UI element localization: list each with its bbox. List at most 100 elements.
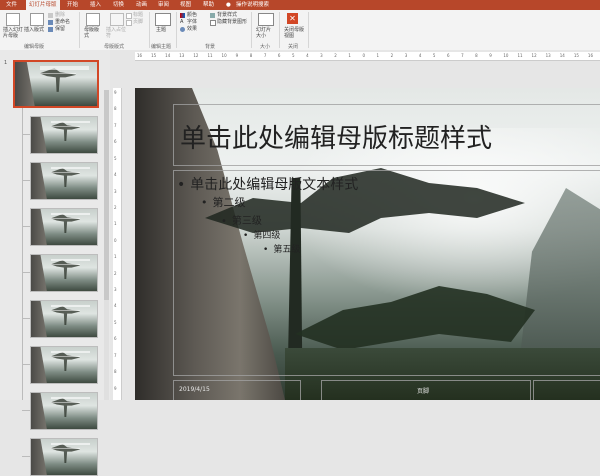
ribbon-separator (308, 12, 309, 48)
tab-view[interactable]: 视图 (180, 0, 191, 10)
close-master-view-button[interactable]: 关闭母版视图 (284, 27, 304, 39)
ruler-tick-label: 10 (503, 53, 509, 58)
delete-button[interactable]: 删除 (55, 12, 65, 18)
insert-placeholder-icon (110, 13, 124, 26)
thumbnail-title (50, 166, 91, 170)
tab-help[interactable]: 帮助 (203, 0, 214, 10)
layout-thumbnail[interactable] (30, 208, 98, 246)
effects-icon (180, 27, 185, 32)
ruler-tick-label: 16 (137, 53, 143, 58)
preserve-button[interactable]: 保留 (55, 26, 65, 32)
themes-button[interactable]: 主题 (156, 27, 166, 33)
layout-thumbnail[interactable] (30, 300, 98, 338)
body-level-2-text: 第二级 (212, 196, 246, 209)
layout-thumbnail[interactable] (30, 392, 98, 430)
lightbulb-icon: ● (226, 2, 231, 8)
bullet-icon: • (221, 216, 227, 227)
body-level-3: • 第三级 (221, 212, 262, 227)
ruler-tick-label: 1 (376, 53, 380, 58)
hide-background-checkbox[interactable] (210, 20, 216, 26)
insert-layout-button[interactable]: 插入版式 (24, 27, 44, 33)
colors-dropdown[interactable]: 颜色 (187, 12, 197, 18)
slide-number: 1 (4, 60, 8, 66)
ruler-tick-label: 13 (179, 53, 185, 58)
ruler-tick-label: 5 (432, 53, 436, 58)
bullet-icon: • (243, 231, 249, 241)
footer-checkbox-label: 页脚 (133, 19, 144, 25)
effects-dropdown[interactable]: 效果 (187, 26, 197, 32)
bullet-icon: • (263, 245, 269, 255)
master-layout-icon (86, 13, 100, 26)
ribbon-separator (176, 12, 177, 48)
group-label-background: 背景 (205, 44, 216, 50)
insert-slide-master-button[interactable]: 插入幻灯片母版 (3, 27, 25, 39)
ruler-tick-label: 5 (114, 319, 117, 325)
insert-slide-master-icon (6, 13, 20, 26)
thumbnail-body (50, 125, 81, 128)
rename-button[interactable]: 重命名 (55, 19, 70, 25)
layout-connector-tick (22, 180, 30, 181)
tab-transitions[interactable]: 切换 (113, 0, 124, 10)
ruler-tick-label: 0 (114, 237, 117, 243)
ruler-tick-label: 7 (461, 53, 464, 58)
layout-thumbnail[interactable] (30, 162, 98, 200)
tell-me-search[interactable]: 操作说明搜索 (236, 0, 269, 10)
ruler-tick-label: 9 (114, 385, 117, 391)
body-level-2: • 第二级 (201, 194, 246, 210)
slide-size-button[interactable]: 幻灯片大小 (256, 27, 274, 39)
tab-file[interactable]: 文件 (6, 0, 17, 10)
ruler-tick-label: 14 (559, 53, 565, 58)
layout-connector-tick (22, 410, 30, 411)
bullet-icon: • (201, 196, 208, 209)
ribbon-separator (251, 12, 252, 48)
ruler-tick-label: 6 (114, 336, 117, 342)
slide-number-placeholder[interactable] (533, 380, 600, 400)
layout-thumbnail[interactable] (30, 116, 98, 154)
close-icon: ✕ (287, 13, 298, 24)
slide-canvas[interactable]: 单击此处编辑母版标题样式 • 单击此处编辑母版文本样式 • 第二级 • 第三级 • 第四… (135, 88, 600, 400)
body-level-1-text: 单击此处编辑母版文本样式 (190, 177, 359, 193)
group-label-edit-theme: 编辑主题 (151, 44, 172, 50)
insert-placeholder-button[interactable]: 插入占位符 (106, 27, 128, 39)
layout-thumbnail[interactable] (30, 438, 98, 476)
tab-review[interactable]: 审阅 (158, 0, 169, 10)
thumbnail-body (50, 171, 81, 174)
ruler-tick-label: 9 (489, 53, 492, 58)
slide-master-thumbnail[interactable] (13, 60, 99, 108)
tab-home[interactable]: 开始 (67, 0, 78, 10)
ruler-tick-label: 4 (114, 172, 117, 178)
ruler-tick-label: 8 (114, 369, 117, 375)
ribbon-tab-bar: 文件 幻灯片母版 开始 插入 切换 动画 审阅 视图 帮助 ● 操作说明搜索 (0, 0, 600, 10)
fonts-dropdown[interactable]: 字体 (187, 19, 197, 25)
layout-thumbnail[interactable] (30, 254, 98, 292)
background-styles-dropdown[interactable]: 背景样式 (217, 12, 237, 18)
tab-slide-master[interactable]: 幻灯片母版 (26, 0, 60, 10)
ruler-tick-label: 5 (114, 155, 117, 161)
tab-insert[interactable]: 插入 (90, 0, 101, 10)
thumbnail-body (50, 355, 81, 358)
layout-connector-tick (22, 456, 30, 457)
thumbnail-body (50, 447, 81, 450)
group-label-size: 大小 (260, 44, 271, 50)
thumbnail-title (50, 442, 91, 446)
ruler-tick-label: 1 (114, 254, 117, 260)
tab-animations[interactable]: 动画 (136, 0, 147, 10)
ruler-tick-label: 15 (151, 53, 157, 58)
hide-background-label: 隐藏背景图形 (217, 19, 248, 25)
scrollbar-thumb[interactable] (104, 90, 109, 300)
slide-size-icon (258, 13, 274, 26)
thumbnail-body (39, 72, 77, 75)
thumbnail-body (50, 263, 81, 266)
body-level-4-text: 第四级 (253, 231, 281, 241)
layout-thumbnail[interactable] (30, 346, 98, 384)
thumbnail-title (39, 66, 89, 70)
master-layout-button[interactable]: 母版版式 (84, 27, 100, 39)
ruler-tick-label: 13 (545, 53, 551, 58)
footer-checkbox[interactable] (126, 20, 132, 26)
ruler-tick-label: 6 (447, 53, 450, 58)
ruler-tick-label: 6 (277, 53, 281, 58)
layout-connector-tick (22, 318, 30, 319)
title-text: 单击此处编辑母版标题样式 (180, 124, 493, 154)
preserve-icon (48, 27, 53, 32)
title-checkbox[interactable] (126, 13, 132, 19)
